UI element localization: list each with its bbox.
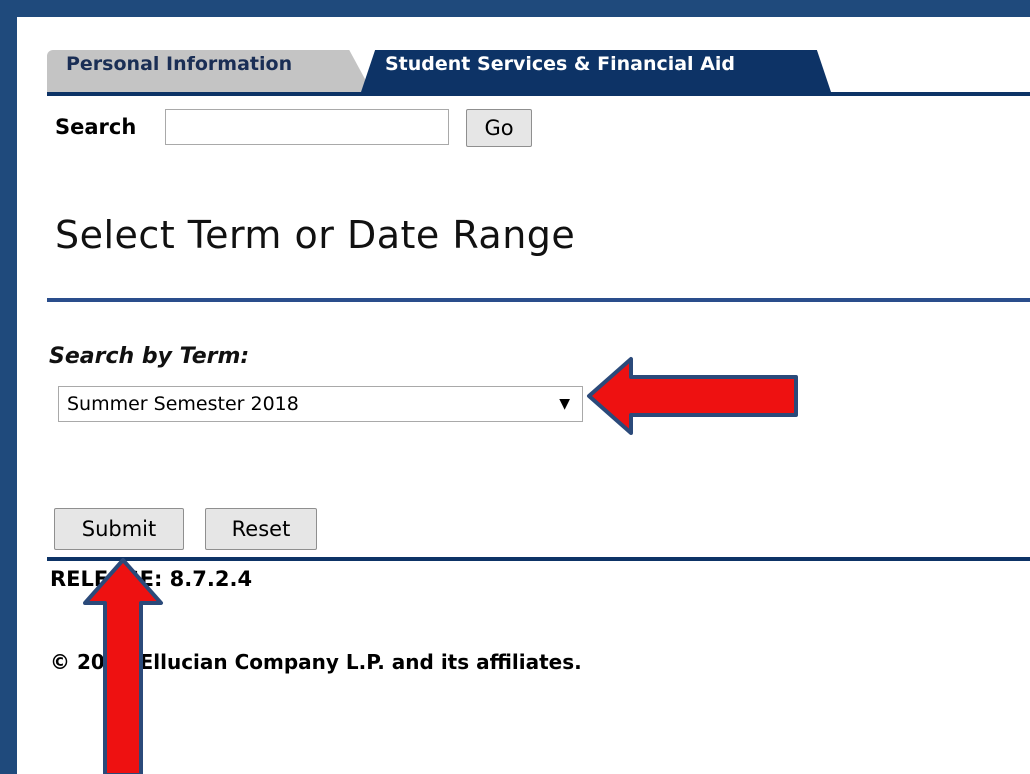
search-by-term-label: Search by Term: [49,344,250,369]
title-divider [47,298,1030,302]
dropdown-caret-icon: ▼ [559,396,570,412]
tab-personal-information-label: Personal Information [66,53,293,75]
search-label: Search [55,115,137,139]
go-button[interactable]: Go [466,109,532,147]
search-input[interactable] [165,109,449,145]
tab-personal-information[interactable]: Personal Information [47,50,372,92]
tab-student-services[interactable]: Student Services & Financial Aid [361,50,831,92]
term-select[interactable]: Summer Semester 2018 ▼ [58,386,583,422]
footer-divider [47,557,1030,561]
submit-button[interactable]: Submit [54,508,184,550]
term-select-value: Summer Semester 2018 [67,393,299,415]
annotation-arrow-up-icon [83,558,163,774]
page-title: Select Term or Date Range [55,213,576,257]
annotation-arrow-left-icon [587,357,798,435]
page: Personal Information Student Services & … [17,17,1030,774]
tab-student-services-label: Student Services & Financial Aid [385,53,736,75]
tab-bar-divider [47,92,1030,96]
reset-button[interactable]: Reset [205,508,317,550]
